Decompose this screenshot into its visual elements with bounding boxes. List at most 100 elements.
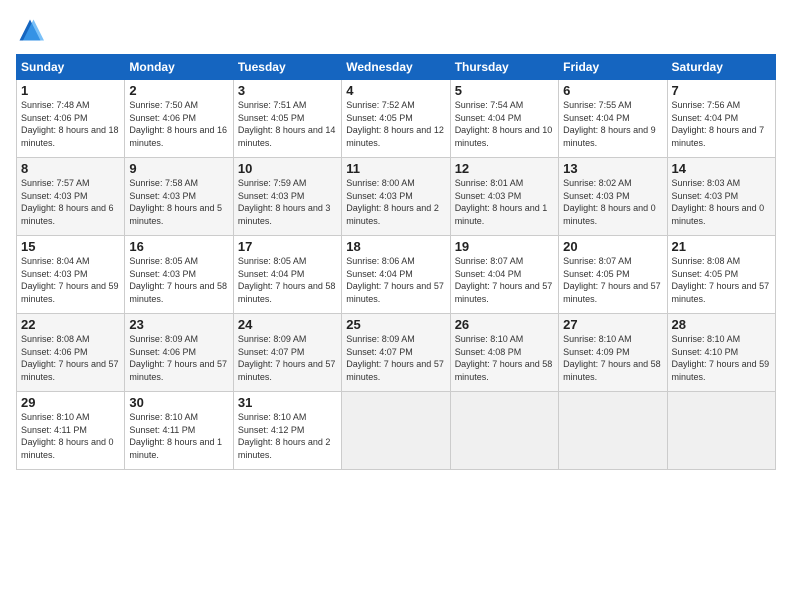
calendar-day-cell: 4 Sunrise: 7:52 AMSunset: 4:05 PMDayligh… xyxy=(342,80,450,158)
calendar-header-cell: Tuesday xyxy=(233,55,341,80)
day-number: 22 xyxy=(21,317,120,332)
day-number: 11 xyxy=(346,161,445,176)
day-info: Sunrise: 8:10 AMSunset: 4:09 PMDaylight:… xyxy=(563,333,662,383)
calendar-day-cell: 25 Sunrise: 8:09 AMSunset: 4:07 PMDaylig… xyxy=(342,314,450,392)
day-info: Sunrise: 7:59 AMSunset: 4:03 PMDaylight:… xyxy=(238,177,337,227)
calendar-week-row: 1 Sunrise: 7:48 AMSunset: 4:06 PMDayligh… xyxy=(17,80,776,158)
calendar-day-cell: 23 Sunrise: 8:09 AMSunset: 4:06 PMDaylig… xyxy=(125,314,233,392)
day-info: Sunrise: 8:06 AMSunset: 4:04 PMDaylight:… xyxy=(346,255,445,305)
logo-icon xyxy=(16,16,44,44)
day-number: 31 xyxy=(238,395,337,410)
calendar-day-cell: 7 Sunrise: 7:56 AMSunset: 4:04 PMDayligh… xyxy=(667,80,775,158)
day-number: 17 xyxy=(238,239,337,254)
calendar-day-cell: 27 Sunrise: 8:10 AMSunset: 4:09 PMDaylig… xyxy=(559,314,667,392)
calendar-day-cell: 22 Sunrise: 8:08 AMSunset: 4:06 PMDaylig… xyxy=(17,314,125,392)
calendar-header-cell: Wednesday xyxy=(342,55,450,80)
day-number: 27 xyxy=(563,317,662,332)
day-info: Sunrise: 8:08 AMSunset: 4:05 PMDaylight:… xyxy=(672,255,771,305)
day-info: Sunrise: 8:10 AMSunset: 4:11 PMDaylight:… xyxy=(129,411,228,461)
day-info: Sunrise: 7:52 AMSunset: 4:05 PMDaylight:… xyxy=(346,99,445,149)
calendar-header-cell: Sunday xyxy=(17,55,125,80)
calendar-day-cell: 17 Sunrise: 8:05 AMSunset: 4:04 PMDaylig… xyxy=(233,236,341,314)
day-info: Sunrise: 8:10 AMSunset: 4:12 PMDaylight:… xyxy=(238,411,337,461)
day-number: 19 xyxy=(455,239,554,254)
calendar-day-cell: 30 Sunrise: 8:10 AMSunset: 4:11 PMDaylig… xyxy=(125,392,233,470)
calendar-day-cell: 9 Sunrise: 7:58 AMSunset: 4:03 PMDayligh… xyxy=(125,158,233,236)
day-number: 14 xyxy=(672,161,771,176)
calendar-day-cell: 29 Sunrise: 8:10 AMSunset: 4:11 PMDaylig… xyxy=(17,392,125,470)
day-info: Sunrise: 8:10 AMSunset: 4:11 PMDaylight:… xyxy=(21,411,120,461)
day-info: Sunrise: 8:01 AMSunset: 4:03 PMDaylight:… xyxy=(455,177,554,227)
day-number: 25 xyxy=(346,317,445,332)
calendar-day-cell: 5 Sunrise: 7:54 AMSunset: 4:04 PMDayligh… xyxy=(450,80,558,158)
calendar-day-cell: 28 Sunrise: 8:10 AMSunset: 4:10 PMDaylig… xyxy=(667,314,775,392)
calendar-day-cell: 13 Sunrise: 8:02 AMSunset: 4:03 PMDaylig… xyxy=(559,158,667,236)
day-number: 9 xyxy=(129,161,228,176)
day-info: Sunrise: 8:00 AMSunset: 4:03 PMDaylight:… xyxy=(346,177,445,227)
calendar-day-cell: 3 Sunrise: 7:51 AMSunset: 4:05 PMDayligh… xyxy=(233,80,341,158)
day-number: 13 xyxy=(563,161,662,176)
calendar-day-cell: 26 Sunrise: 8:10 AMSunset: 4:08 PMDaylig… xyxy=(450,314,558,392)
calendar-day-cell: 19 Sunrise: 8:07 AMSunset: 4:04 PMDaylig… xyxy=(450,236,558,314)
calendar-day-cell: 11 Sunrise: 8:00 AMSunset: 4:03 PMDaylig… xyxy=(342,158,450,236)
day-number: 28 xyxy=(672,317,771,332)
day-info: Sunrise: 8:09 AMSunset: 4:07 PMDaylight:… xyxy=(238,333,337,383)
day-info: Sunrise: 7:54 AMSunset: 4:04 PMDaylight:… xyxy=(455,99,554,149)
day-number: 29 xyxy=(21,395,120,410)
calendar-body: 1 Sunrise: 7:48 AMSunset: 4:06 PMDayligh… xyxy=(17,80,776,470)
day-info: Sunrise: 8:09 AMSunset: 4:07 PMDaylight:… xyxy=(346,333,445,383)
day-info: Sunrise: 7:50 AMSunset: 4:06 PMDaylight:… xyxy=(129,99,228,149)
calendar-day-cell xyxy=(559,392,667,470)
calendar-header-cell: Friday xyxy=(559,55,667,80)
calendar-day-cell: 12 Sunrise: 8:01 AMSunset: 4:03 PMDaylig… xyxy=(450,158,558,236)
calendar-week-row: 15 Sunrise: 8:04 AMSunset: 4:03 PMDaylig… xyxy=(17,236,776,314)
calendar-day-cell xyxy=(342,392,450,470)
calendar-day-cell: 10 Sunrise: 7:59 AMSunset: 4:03 PMDaylig… xyxy=(233,158,341,236)
day-info: Sunrise: 7:55 AMSunset: 4:04 PMDaylight:… xyxy=(563,99,662,149)
calendar-header-row: SundayMondayTuesdayWednesdayThursdayFrid… xyxy=(17,55,776,80)
day-number: 23 xyxy=(129,317,228,332)
day-info: Sunrise: 7:51 AMSunset: 4:05 PMDaylight:… xyxy=(238,99,337,149)
day-info: Sunrise: 8:03 AMSunset: 4:03 PMDaylight:… xyxy=(672,177,771,227)
calendar-day-cell: 2 Sunrise: 7:50 AMSunset: 4:06 PMDayligh… xyxy=(125,80,233,158)
day-number: 2 xyxy=(129,83,228,98)
calendar-day-cell: 14 Sunrise: 8:03 AMSunset: 4:03 PMDaylig… xyxy=(667,158,775,236)
day-number: 18 xyxy=(346,239,445,254)
calendar-week-row: 22 Sunrise: 8:08 AMSunset: 4:06 PMDaylig… xyxy=(17,314,776,392)
day-number: 20 xyxy=(563,239,662,254)
day-info: Sunrise: 7:48 AMSunset: 4:06 PMDaylight:… xyxy=(21,99,120,149)
day-info: Sunrise: 7:57 AMSunset: 4:03 PMDaylight:… xyxy=(21,177,120,227)
day-info: Sunrise: 8:09 AMSunset: 4:06 PMDaylight:… xyxy=(129,333,228,383)
day-info: Sunrise: 8:05 AMSunset: 4:03 PMDaylight:… xyxy=(129,255,228,305)
logo xyxy=(16,16,46,44)
day-info: Sunrise: 8:04 AMSunset: 4:03 PMDaylight:… xyxy=(21,255,120,305)
calendar-day-cell xyxy=(667,392,775,470)
day-number: 12 xyxy=(455,161,554,176)
day-info: Sunrise: 8:02 AMSunset: 4:03 PMDaylight:… xyxy=(563,177,662,227)
day-number: 3 xyxy=(238,83,337,98)
main-container: SundayMondayTuesdayWednesdayThursdayFrid… xyxy=(0,0,792,478)
calendar-week-row: 8 Sunrise: 7:57 AMSunset: 4:03 PMDayligh… xyxy=(17,158,776,236)
day-info: Sunrise: 8:08 AMSunset: 4:06 PMDaylight:… xyxy=(21,333,120,383)
day-number: 8 xyxy=(21,161,120,176)
day-info: Sunrise: 8:07 AMSunset: 4:05 PMDaylight:… xyxy=(563,255,662,305)
day-number: 6 xyxy=(563,83,662,98)
day-number: 10 xyxy=(238,161,337,176)
calendar-day-cell: 8 Sunrise: 7:57 AMSunset: 4:03 PMDayligh… xyxy=(17,158,125,236)
day-number: 16 xyxy=(129,239,228,254)
calendar-day-cell: 31 Sunrise: 8:10 AMSunset: 4:12 PMDaylig… xyxy=(233,392,341,470)
day-info: Sunrise: 7:56 AMSunset: 4:04 PMDaylight:… xyxy=(672,99,771,149)
calendar-week-row: 29 Sunrise: 8:10 AMSunset: 4:11 PMDaylig… xyxy=(17,392,776,470)
calendar-day-cell: 18 Sunrise: 8:06 AMSunset: 4:04 PMDaylig… xyxy=(342,236,450,314)
day-number: 4 xyxy=(346,83,445,98)
day-info: Sunrise: 8:05 AMSunset: 4:04 PMDaylight:… xyxy=(238,255,337,305)
day-info: Sunrise: 8:07 AMSunset: 4:04 PMDaylight:… xyxy=(455,255,554,305)
calendar-day-cell: 21 Sunrise: 8:08 AMSunset: 4:05 PMDaylig… xyxy=(667,236,775,314)
day-number: 21 xyxy=(672,239,771,254)
day-number: 24 xyxy=(238,317,337,332)
day-number: 7 xyxy=(672,83,771,98)
calendar-day-cell xyxy=(450,392,558,470)
calendar-day-cell: 20 Sunrise: 8:07 AMSunset: 4:05 PMDaylig… xyxy=(559,236,667,314)
day-number: 1 xyxy=(21,83,120,98)
calendar-table: SundayMondayTuesdayWednesdayThursdayFrid… xyxy=(16,54,776,470)
